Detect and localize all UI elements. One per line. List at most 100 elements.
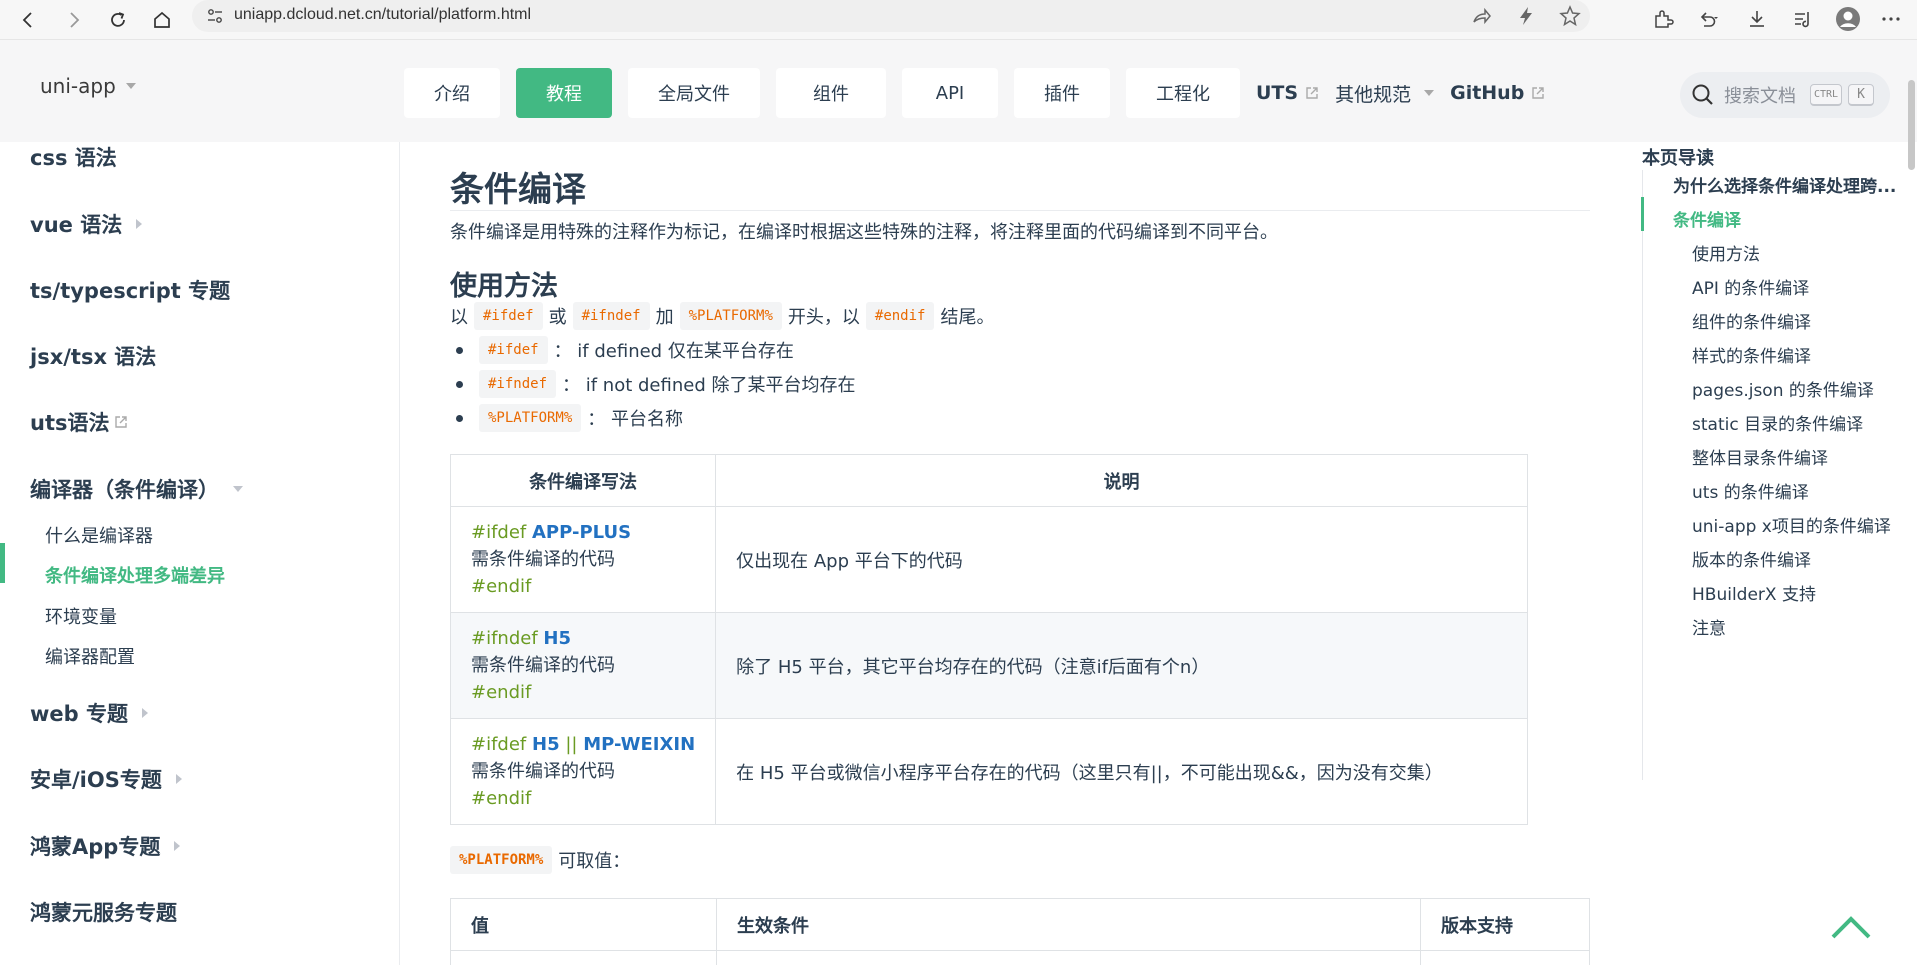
platform-name: APP-PLUS [532, 522, 632, 543]
lightning-icon[interactable] [1515, 5, 1537, 27]
keyword: #endif [471, 682, 532, 703]
sidebar-section-label: jsx/tsx 语法 [30, 345, 157, 369]
nav-plugins[interactable]: 插件 [1014, 68, 1110, 118]
toc-item[interactable]: 整体目录条件编译 [1692, 444, 1828, 469]
reading-list-icon[interactable] [1788, 4, 1818, 34]
brand-dropdown[interactable]: uni-app [40, 74, 136, 98]
toc-item[interactable]: 注意 [1692, 614, 1726, 639]
toc-item[interactable]: 为什么选择条件编译处理跨... [1673, 172, 1896, 197]
usage-text: 或 [548, 307, 567, 328]
toc-item[interactable]: 版本的条件编译 [1692, 546, 1811, 571]
nav-uts-link[interactable]: UTS [1256, 82, 1319, 104]
syntax-table: 条件编译写法 说明 #ifdef APP-PLUS 需条件编译的代码 #endi… [449, 454, 1528, 825]
star-icon[interactable] [1559, 5, 1581, 27]
code-ifndef: #ifndef [572, 302, 650, 330]
toc-item[interactable]: HBuilderX 支持 [1692, 580, 1816, 605]
main-content: 条件编译 条件编译是用特殊的注释作为标记，在编译时根据这些特殊的注释，将注释里面… [400, 142, 1640, 965]
toc-item[interactable]: 样式的条件编译 [1692, 342, 1811, 367]
nav-intro[interactable]: 介绍 [404, 68, 500, 118]
nav-uts-label: UTS [1256, 82, 1299, 104]
syntax-cell: #ifndef H5 需条件编译的代码 #endif [449, 612, 717, 719]
home-icon[interactable] [146, 4, 178, 36]
toc-item[interactable]: uni-app x项目的条件编译 [1692, 512, 1891, 537]
sidebar-section-compiler[interactable]: 编译器（条件编译） [30, 474, 243, 504]
sidebar-section-harmony-service[interactable]: 鸿蒙元服务专题 [30, 897, 177, 927]
table-cell [450, 950, 717, 965]
page-scrollbar[interactable] [1908, 80, 1915, 170]
nav-tutorial[interactable]: 教程 [516, 68, 612, 118]
table-cell [1420, 950, 1590, 965]
forward-icon[interactable] [58, 4, 90, 36]
sidebar-item-env-vars[interactable]: 环境变量 [45, 603, 117, 629]
toc-active-indicator [1641, 197, 1644, 231]
search-icon [1692, 84, 1713, 105]
sidebar-item-compiler-config[interactable]: 编译器配置 [45, 643, 135, 669]
share-icon[interactable] [1470, 5, 1492, 27]
nav-github-link[interactable]: GitHub [1450, 82, 1545, 104]
reload-icon[interactable] [102, 4, 134, 36]
nav-global-files[interactable]: 全局文件 [628, 68, 760, 118]
back-to-top-icon[interactable] [1830, 914, 1872, 940]
syntax-cell: #ifdef H5 || MP-WEIXIN 需条件编译的代码 #endif [449, 718, 717, 825]
toc-item-active[interactable]: 条件编译 [1673, 206, 1741, 231]
usage-text: 开头，以 [787, 307, 860, 328]
sidebar-section-android-ios[interactable]: 安卓/iOS专题 [30, 764, 182, 794]
sidebar-section-typescript[interactable]: ts/typescript 专题 [30, 275, 230, 305]
search-button[interactable]: 搜索文档 CTRL K [1680, 72, 1890, 118]
sidebar-section-vue[interactable]: vue 语法 [30, 209, 143, 239]
bullet-text: ： if defined 仅在某平台存在 [553, 341, 794, 362]
table-header: 值 [450, 898, 717, 951]
description-cell: 仅出现在 App 平台下的代码 [715, 506, 1528, 613]
code-body: 需条件编译的代码 [471, 761, 615, 782]
sidebar-section-label: vue 语法 [30, 213, 123, 237]
nav-other-specs-dropdown[interactable]: 其他规范 [1335, 80, 1435, 107]
profile-avatar-icon[interactable] [1833, 4, 1863, 34]
code-platform: %PLATFORM% [450, 846, 553, 874]
usage-text: 加 [655, 307, 674, 328]
sidebar-item-conditional-compile[interactable]: 条件编译处理多端差异 [45, 562, 225, 588]
sidebar-section-harmony-app[interactable]: 鸿蒙App专题 [30, 831, 181, 861]
table-header: 生效条件 [716, 898, 1421, 951]
undo-dropdown-icon[interactable] [1693, 4, 1723, 34]
sidebar-section-web[interactable]: web 专题 [30, 698, 148, 728]
sidebar-section-label: web 专题 [30, 702, 128, 726]
code-ifdef: #ifdef [474, 302, 543, 330]
sidebar-section-label: 鸿蒙元服务专题 [30, 901, 177, 925]
external-link-icon [1306, 87, 1318, 99]
toc-item[interactable]: pages.json 的条件编译 [1692, 376, 1874, 401]
nav-components[interactable]: 组件 [776, 68, 886, 118]
toc-item[interactable]: static 目录的条件编译 [1692, 410, 1863, 435]
sidebar-section-css[interactable]: css 语法 [30, 142, 117, 172]
toc-title: 本页导读 [1642, 148, 1714, 169]
table-row: #ifdef H5 || MP-WEIXIN 需条件编译的代码 #endif 在… [449, 718, 1528, 825]
keyword: #ifdef [471, 734, 527, 755]
extensions-icon[interactable] [1648, 4, 1678, 34]
nav-api[interactable]: API [902, 68, 998, 118]
url-text[interactable]: uniapp.dcloud.net.cn/tutorial/platform.h… [234, 6, 531, 24]
description-cell: 在 H5 平台或微信小程序平台存在的代码（这里只有||，不可能出现&&，因为没有… [715, 718, 1528, 825]
nav-github-label: GitHub [1450, 82, 1525, 104]
code-body: 需条件编译的代码 [471, 549, 615, 570]
platform-values-table: 值 生效条件 版本支持 [450, 898, 1590, 965]
nav-other-specs-label: 其他规范 [1335, 83, 1412, 106]
download-icon[interactable] [1742, 4, 1772, 34]
platform-name: H5 [543, 628, 571, 649]
site-info-icon[interactable] [206, 7, 224, 25]
nav-engineering[interactable]: 工程化 [1126, 68, 1240, 118]
sidebar-item-what-is-compiler[interactable]: 什么是编译器 [45, 522, 153, 548]
toc-item[interactable]: uts 的条件编译 [1692, 478, 1809, 503]
syntax-cell: #ifdef APP-PLUS 需条件编译的代码 #endif [449, 506, 717, 613]
platform-values-note: %PLATFORM% 可取值： [450, 846, 630, 874]
search-placeholder: 搜索文档 [1724, 86, 1796, 107]
toc-item[interactable]: API 的条件编译 [1692, 274, 1809, 299]
back-icon[interactable] [12, 4, 44, 36]
code-endif: #endif [865, 302, 935, 330]
sidebar: css 语法 vue 语法 ts/typescript 专题 jsx/tsx 语… [0, 142, 400, 965]
sidebar-section-jsx[interactable]: jsx/tsx 语法 [30, 341, 156, 371]
toc-item[interactable]: 组件的条件编译 [1692, 308, 1811, 333]
toc-item[interactable]: 使用方法 [1692, 240, 1760, 265]
keyword: #endif [471, 576, 532, 597]
sidebar-section-uts[interactable]: uts语法 [30, 407, 128, 437]
address-bar[interactable]: uniapp.dcloud.net.cn/tutorial/platform.h… [192, 0, 1590, 32]
more-menu-icon[interactable] [1876, 4, 1906, 34]
